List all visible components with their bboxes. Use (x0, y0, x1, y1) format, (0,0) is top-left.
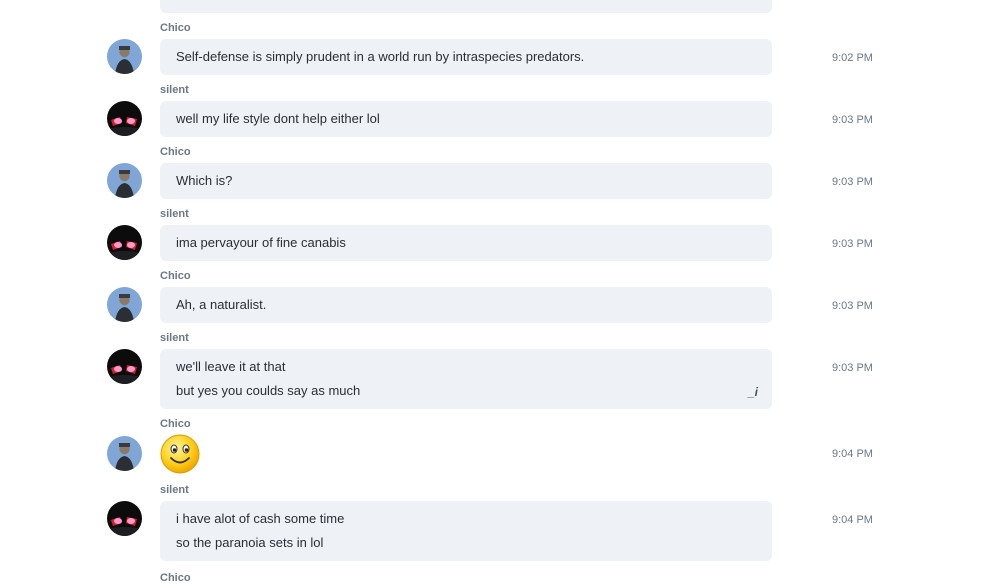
message-text: Ah, a naturalist. (176, 297, 267, 312)
next-sender-name[interactable]: Chico (160, 572, 200, 587)
message-bubble[interactable]: Which is? (160, 163, 772, 199)
avatar-silent[interactable] (107, 101, 142, 136)
avatar-chico[interactable] (107, 163, 142, 198)
timestamp: 9:02 PM (832, 52, 873, 64)
avatar-silent[interactable] (107, 501, 142, 536)
message-text: we'll leave it at that (176, 359, 286, 374)
message-bubble[interactable]: Self-defense is simply prudent in a worl… (160, 39, 772, 75)
message-text: i have alot of cash some time (176, 511, 345, 526)
timestamp: 9:03 PM (832, 300, 873, 312)
sender-name[interactable]: silent (160, 208, 189, 220)
chat-history: Chico Self-defense is simply prudent in … (0, 0, 983, 587)
message-bubble[interactable]: Ah, a naturalist. (160, 287, 772, 323)
message-text: Which is? (176, 173, 233, 188)
timestamp: 9:04 PM (832, 448, 873, 460)
avatar-chico[interactable] (107, 287, 142, 322)
message-bubble[interactable]: ima pervayour of fine canabis (160, 225, 772, 261)
message-bubble[interactable]: i have alot of cash some time so the par… (160, 501, 772, 561)
message-text: well my life style dont help either lol (176, 111, 380, 126)
message-text: so the paranoia sets in lol (176, 535, 324, 550)
message-bubble[interactable]: we'll leave it at that but yes you could… (160, 349, 772, 409)
timestamp: 9:03 PM (832, 362, 873, 374)
timestamp: 9:03 PM (832, 176, 873, 188)
timestamp: 9:04 PM (832, 514, 873, 526)
sender-name[interactable]: silent (160, 84, 189, 96)
avatar-chico[interactable] (107, 436, 142, 471)
message-bubble[interactable]: well my life style dont help either lol (160, 101, 772, 137)
avatar-chico[interactable] (107, 39, 142, 74)
previous-message-bubble[interactable] (160, 0, 772, 13)
timestamp: 9:03 PM (832, 114, 873, 126)
sender-name[interactable]: Chico (160, 22, 191, 34)
sender-name[interactable]: Chico (160, 418, 191, 430)
smiley-emoji-icon[interactable] (160, 434, 200, 474)
message-text: but yes you coulds say as much (176, 383, 361, 398)
avatar-silent[interactable] (107, 225, 142, 260)
message-text: ima pervayour of fine canabis (176, 235, 346, 250)
sender-name[interactable]: Chico (160, 270, 191, 282)
sender-name[interactable]: silent (160, 332, 189, 344)
message-text: Self-defense is simply prudent in a worl… (176, 49, 585, 64)
sender-name[interactable]: Chico (160, 146, 191, 158)
avatar-silent[interactable] (107, 349, 142, 384)
edited-icon[interactable]: _i (748, 385, 758, 399)
sender-name[interactable]: silent (160, 484, 189, 496)
timestamp: 9:03 PM (832, 238, 873, 250)
